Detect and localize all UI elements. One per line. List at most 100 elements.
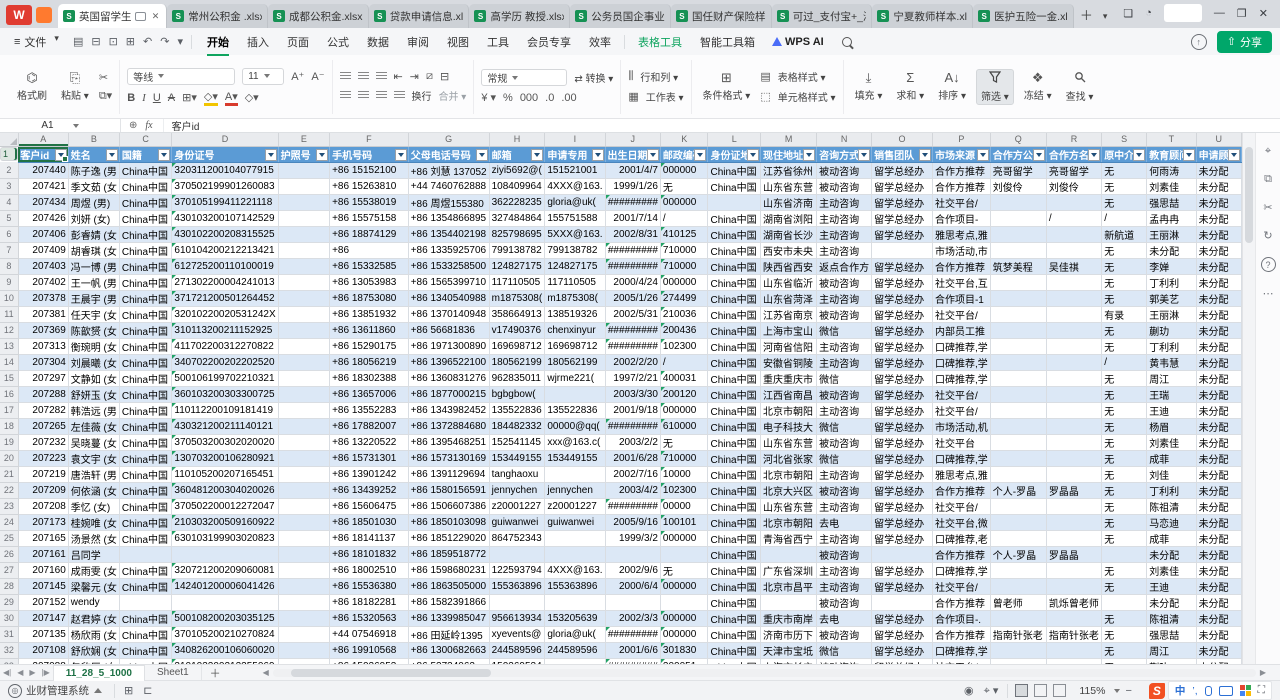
filter-header-cell[interactable]: 合作方公	[990, 146, 1046, 162]
filter-dropdown-icon[interactable]	[977, 149, 989, 161]
cell[interactable]: 留学总经办	[872, 658, 933, 664]
cell[interactable]: 山东省东营	[761, 434, 817, 450]
row-header-2[interactable]: 2	[0, 162, 18, 178]
cell[interactable]: 电子科技大	[761, 418, 817, 434]
cell[interactable]	[990, 466, 1046, 482]
column-header-O[interactable]: O	[872, 133, 933, 146]
cell[interactable]: 410125	[660, 226, 708, 242]
cell[interactable]	[278, 386, 329, 402]
cell[interactable]: 陈祖清	[1147, 498, 1196, 514]
cell[interactable]: 合作方推荐	[932, 178, 990, 194]
cell-style-button[interactable]: 单元格样式 ▾	[778, 89, 836, 104]
help-icon[interactable]: ?	[1261, 257, 1276, 272]
cell[interactable]: 被动咨询	[817, 178, 872, 194]
cell[interactable]: 200051	[660, 658, 708, 664]
cell[interactable]: 蒯玏	[1147, 322, 1196, 338]
cell[interactable]	[278, 338, 329, 354]
cell[interactable]: 返点合作方	[817, 258, 872, 274]
cell[interactable]: #########	[605, 418, 660, 434]
cell[interactable]	[278, 498, 329, 514]
cell[interactable]: 留学总经办	[872, 434, 933, 450]
cell[interactable]: 杨眉	[1147, 418, 1196, 434]
cell[interactable]	[708, 194, 761, 210]
cell[interactable]	[660, 594, 708, 610]
cell[interactable]: 被动咨询	[817, 546, 872, 562]
cell[interactable]: 留学总经办	[872, 274, 933, 290]
cell[interactable]	[278, 178, 329, 194]
cell[interactable]: 无	[1102, 626, 1147, 642]
cell[interactable]	[990, 226, 1046, 242]
cell[interactable]: 主动咨询	[817, 578, 872, 594]
file-tab[interactable]: S高学历 教授.xlsx	[469, 4, 570, 28]
cell[interactable]: 无	[660, 178, 708, 194]
cell[interactable]	[545, 594, 605, 610]
file-tab[interactable]: S贷款申请信息.xlsx	[369, 4, 470, 28]
cell[interactable]: 上海市宝山	[761, 322, 817, 338]
restore-button[interactable]: ❐	[1237, 7, 1247, 20]
cell[interactable]: 未分配	[1196, 370, 1241, 386]
row-header-23[interactable]: 23	[0, 498, 18, 514]
cell[interactable]: China中国	[708, 402, 761, 418]
cell[interactable]: 王丽淋	[1147, 226, 1196, 242]
cell[interactable]: China中国	[119, 338, 172, 354]
cell[interactable]	[278, 658, 329, 664]
cell[interactable]: 未分配	[1196, 546, 1241, 562]
cell[interactable]: +86 15320563	[330, 610, 409, 626]
column-header-H[interactable]: H	[489, 133, 545, 146]
filter-dropdown-icon[interactable]	[747, 149, 759, 161]
cell[interactable]: 100101	[660, 514, 708, 530]
add-sheet-button[interactable]: ＋	[202, 665, 229, 681]
cell[interactable]: 未分配	[1196, 162, 1241, 178]
cell[interactable]: +44 7460762888	[408, 178, 489, 194]
cell[interactable]: 任天宇 (女	[68, 306, 119, 322]
cell[interactable]: 207297	[18, 370, 68, 386]
cell[interactable]: +86 56681836	[408, 322, 489, 338]
cell[interactable]	[278, 434, 329, 450]
share-button[interactable]: ⇧ 分享	[1217, 31, 1272, 53]
cell[interactable]: 唐浩轩 (男	[68, 466, 119, 482]
ime-language-mode[interactable]: 中	[1175, 683, 1186, 698]
table-style-button[interactable]: 表格样式 ▾	[778, 69, 826, 84]
row-header-24[interactable]: 24	[0, 514, 18, 530]
cell[interactable]: 留学总经办	[872, 194, 933, 210]
cell[interactable]: 何雨涛	[1147, 162, 1196, 178]
cell[interactable]: 留学总经办	[872, 354, 933, 370]
cell[interactable]: 未分配	[1196, 658, 1241, 664]
cell[interactable]: wendy	[68, 594, 119, 610]
quickbar-chevron-icon[interactable]: ▾	[173, 35, 187, 48]
cell[interactable]: 合作方推荐	[932, 482, 990, 498]
cell[interactable]: +86 13611860	[330, 322, 409, 338]
cell[interactable]: 153449155	[489, 450, 545, 466]
cell[interactable]: 135522836	[545, 402, 605, 418]
cell[interactable]: China中国	[119, 530, 172, 546]
cell[interactable]: 陈祖清	[1147, 610, 1196, 626]
cell[interactable]: 207145	[18, 578, 68, 594]
cell[interactable]	[1102, 594, 1147, 610]
row-header-8[interactable]: 8	[0, 258, 18, 274]
cell[interactable]: 244589596	[545, 642, 605, 658]
file-tab[interactable]: S宁夏教师样本.xlsx	[872, 4, 973, 28]
cell[interactable]: 207403	[18, 258, 68, 274]
cell[interactable]: 2002/9/6	[605, 562, 660, 578]
cell[interactable]: 济南市历下	[761, 626, 817, 642]
cell[interactable]: 青海省西宁	[761, 530, 817, 546]
cell[interactable]: 207088	[18, 658, 68, 664]
cell[interactable]: 207160	[18, 562, 68, 578]
cell[interactable]: 丁利利	[1147, 338, 1196, 354]
cell[interactable]: 留学总经办	[872, 530, 933, 546]
column-header-P[interactable]: P	[932, 133, 990, 146]
cell[interactable]: 口碑推荐,学	[932, 450, 990, 466]
cell[interactable]: +86 18056219	[330, 354, 409, 370]
cell[interactable]: 主动咨询	[817, 338, 872, 354]
cell[interactable]: 周江	[1147, 642, 1196, 658]
cell[interactable]: 被动咨询	[817, 386, 872, 402]
microphone-icon[interactable]	[1205, 686, 1212, 696]
cell[interactable]: China中国	[708, 290, 761, 306]
cell[interactable]: 指南针张老	[1046, 626, 1101, 642]
filter-dropdown-icon[interactable]	[476, 149, 488, 161]
cell[interactable]: 微信	[817, 450, 872, 466]
cell[interactable]: 1999/1/26	[605, 178, 660, 194]
zoom-out-button[interactable]: −	[1120, 685, 1136, 697]
row-header-32[interactable]: 32	[0, 642, 18, 658]
cell[interactable]: 社交平台/	[932, 498, 990, 514]
